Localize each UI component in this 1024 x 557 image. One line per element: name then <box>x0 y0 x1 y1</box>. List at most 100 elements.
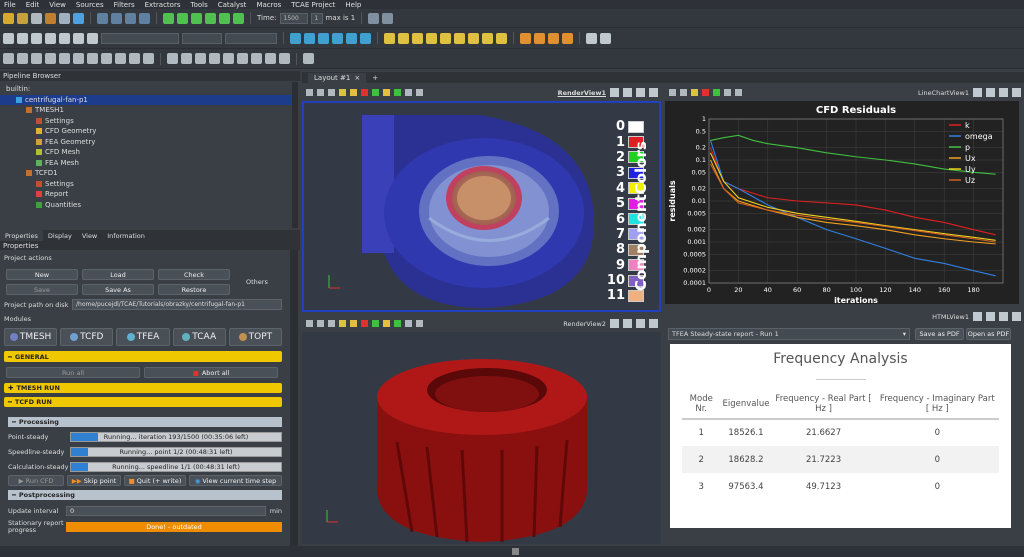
calculator-icon[interactable] <box>3 53 14 64</box>
tab-information[interactable]: Information <box>102 230 150 241</box>
redo-icon[interactable] <box>111 12 122 24</box>
view-x-icon[interactable] <box>318 32 329 44</box>
select2-icon[interactable] <box>350 89 357 96</box>
pipeline-item[interactable]: TCFD1 <box>0 168 298 179</box>
tmesh-run-section[interactable]: ✚ TMESH RUN <box>4 383 282 393</box>
pipeline-item[interactable]: FEA Mesh <box>0 158 298 169</box>
select3-icon[interactable] <box>361 89 368 96</box>
camera-icon[interactable] <box>669 89 676 96</box>
check-button[interactable]: Check <box>158 269 230 280</box>
open-icon[interactable] <box>3 12 14 24</box>
last-frame-icon[interactable] <box>219 12 230 24</box>
split-horizontal-icon[interactable] <box>610 88 619 97</box>
menu-tcae-project[interactable]: TCAE Project <box>291 1 335 9</box>
connect-icon[interactable] <box>59 12 70 24</box>
filter-f-icon[interactable] <box>237 53 248 64</box>
filter-i-icon[interactable] <box>279 53 290 64</box>
open-pdf-button[interactable]: Open as PDF <box>966 328 1011 340</box>
menu-tools[interactable]: Tools <box>190 1 207 9</box>
select-icon[interactable] <box>691 89 698 96</box>
pipeline-item[interactable]: Settings <box>0 116 298 127</box>
maximize-icon[interactable] <box>636 88 645 97</box>
module-topt-button[interactable]: TOPT <box>228 328 283 346</box>
tcae-stop-icon[interactable] <box>562 32 573 44</box>
clip-icon[interactable] <box>31 53 42 64</box>
close-view-icon[interactable] <box>649 319 658 328</box>
menu-extractors[interactable]: Extractors <box>145 1 181 9</box>
rotate-icon[interactable] <box>360 32 371 44</box>
select-cells-icon[interactable] <box>384 32 395 44</box>
linechart-view[interactable]: CFD Residuals 1 0.5 0.2 0.1 0.05 0.02 0.01 0.005… <box>665 101 1019 305</box>
document-icon[interactable] <box>586 32 597 44</box>
pipeline-item[interactable]: FEA Geometry <box>0 137 298 148</box>
pipeline-item[interactable]: TMESH1 <box>0 105 298 116</box>
quit-write-button[interactable]: ■ Quit (+ write) <box>124 475 186 486</box>
tab-view[interactable]: View <box>77 230 102 241</box>
filter-h-icon[interactable] <box>265 53 276 64</box>
temporal-range-icon[interactable] <box>73 32 84 44</box>
menu-view[interactable]: View <box>49 1 66 9</box>
load-button[interactable]: Load <box>82 269 154 280</box>
select3-icon[interactable] <box>361 320 368 327</box>
select8-icon[interactable] <box>416 89 423 96</box>
stream-tracer-icon[interactable] <box>101 53 112 64</box>
clipboard-icon[interactable] <box>600 32 611 44</box>
pipeline-scrollbar[interactable] <box>292 82 298 228</box>
zoom-data-icon[interactable] <box>304 32 315 44</box>
processing-section[interactable]: ━ Processing <box>8 417 282 427</box>
hover-icon[interactable] <box>454 32 465 44</box>
close-view-icon[interactable] <box>649 88 658 97</box>
split-horizontal-icon[interactable] <box>973 312 982 321</box>
tcae-refresh-icon[interactable] <box>548 32 559 44</box>
menu-macros[interactable]: Macros <box>256 1 281 9</box>
report-select[interactable]: TFEA Steady-state report - Run 1 ▾ <box>668 328 910 340</box>
reset-camera-icon[interactable] <box>290 32 301 44</box>
module-tcaa-button[interactable]: TCAA <box>172 328 226 346</box>
renderview1[interactable]: 0 1 2 3 4 5 6 7 8 9 10 11 ComponentColors <box>302 101 661 312</box>
select-block-icon[interactable] <box>426 32 437 44</box>
close-view-icon[interactable] <box>1012 312 1021 321</box>
run-cfd-button[interactable]: ▶ Run CFD <box>8 475 64 486</box>
menu-filters[interactable]: Filters <box>114 1 135 9</box>
others-label[interactable]: Others <box>246 278 268 286</box>
tcae-cube-icon[interactable] <box>303 53 314 64</box>
tab-display[interactable]: Display <box>43 230 77 241</box>
select7-icon[interactable] <box>405 89 412 96</box>
select5-icon[interactable] <box>383 89 390 96</box>
reset-range-icon[interactable] <box>31 32 42 44</box>
run-all-button[interactable]: Run all <box>6 367 140 378</box>
color-by-select[interactable] <box>101 32 179 44</box>
contour-icon[interactable] <box>17 53 28 64</box>
skip-point-button[interactable]: ▶▶ Skip point <box>67 475 121 486</box>
clear-selection-icon[interactable] <box>496 32 507 44</box>
restore-button[interactable]: Restore <box>158 284 230 295</box>
update-interval-input[interactable]: 0 <box>66 505 266 516</box>
maximize-icon[interactable] <box>999 312 1008 321</box>
pipeline-item[interactable]: Quantities <box>0 200 298 211</box>
camera-undo-icon[interactable] <box>125 12 136 24</box>
menu-catalyst[interactable]: Catalyst <box>218 1 247 9</box>
tcae-run-icon[interactable] <box>520 32 531 44</box>
glyph-icon[interactable] <box>87 53 98 64</box>
select3-icon[interactable] <box>713 89 720 96</box>
maximize-icon[interactable] <box>636 319 645 328</box>
pipeline-item[interactable]: CFD Mesh <box>0 147 298 158</box>
pipeline-item[interactable]: centrifugal-fan-p1 <box>0 94 298 105</box>
screenshot-icon[interactable] <box>680 89 687 96</box>
previous-frame-icon[interactable] <box>177 12 188 24</box>
select6-icon[interactable] <box>394 89 401 96</box>
select4-icon[interactable] <box>372 320 379 327</box>
play-icon[interactable] <box>191 12 202 24</box>
select5-icon[interactable] <box>383 320 390 327</box>
menu-file[interactable]: File <box>4 1 16 9</box>
filter-d-icon[interactable] <box>209 53 220 64</box>
warp-icon[interactable] <box>115 53 126 64</box>
custom-range-icon[interactable] <box>59 32 70 44</box>
select-frustum-icon[interactable] <box>412 32 423 44</box>
interactive-select-icon[interactable] <box>440 32 451 44</box>
select6-icon[interactable] <box>394 320 401 327</box>
close-icon[interactable]: × <box>354 74 360 82</box>
slice-icon[interactable] <box>45 53 56 64</box>
module-tcfd-button[interactable]: TCFD <box>60 328 114 346</box>
rescale-icon[interactable] <box>45 32 56 44</box>
